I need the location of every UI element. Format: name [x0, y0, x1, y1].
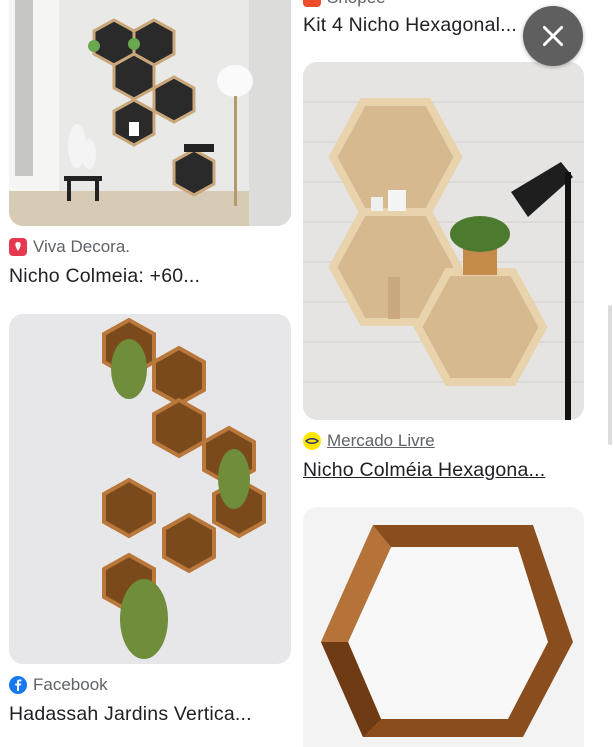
source-label: Mercado Livre — [327, 431, 435, 450]
close-icon — [542, 25, 564, 47]
source-shopee[interactable]: Shopee — [303, 0, 386, 8]
source-label: Shopee — [327, 0, 386, 8]
wood-hexagon-shelves-illustration — [303, 62, 584, 420]
viva-decora-favicon-icon — [9, 238, 27, 256]
mercado-livre-favicon-icon — [303, 432, 321, 450]
shopee-favicon-icon — [303, 0, 321, 7]
facebook-favicon-icon — [9, 676, 27, 694]
result-title[interactable]: Kit 4 Nicho Hexagonal... — [303, 14, 543, 37]
result-title[interactable]: Hadassah Jardins Vertica... — [9, 703, 291, 726]
result-image-wood-hexagon-shelves[interactable] — [303, 62, 584, 420]
source-viva-decora[interactable]: Viva Decora. — [9, 237, 130, 257]
result-image-single-hexagon-shelf[interactable] — [303, 507, 584, 747]
close-button[interactable] — [523, 6, 583, 66]
source-mercado-livre[interactable]: Mercado Livre — [303, 431, 435, 451]
result-image-hexagon-shelves-room[interactable] — [9, 0, 291, 226]
source-label: Facebook — [33, 675, 108, 694]
hexagon-shelves-room-illustration — [9, 0, 291, 226]
single-hexagon-shelf-illustration — [303, 507, 584, 747]
result-title[interactable]: Nicho Colmeia: +60... — [9, 265, 291, 288]
honeycomb-planter-illustration — [9, 314, 291, 664]
source-facebook[interactable]: Facebook — [9, 675, 108, 695]
result-title[interactable]: Nicho Colméia Hexagona... — [303, 459, 584, 482]
scrollbar[interactable] — [608, 305, 612, 445]
source-label: Viva Decora. — [33, 237, 131, 256]
result-image-honeycomb-wall-planters[interactable] — [9, 314, 291, 664]
